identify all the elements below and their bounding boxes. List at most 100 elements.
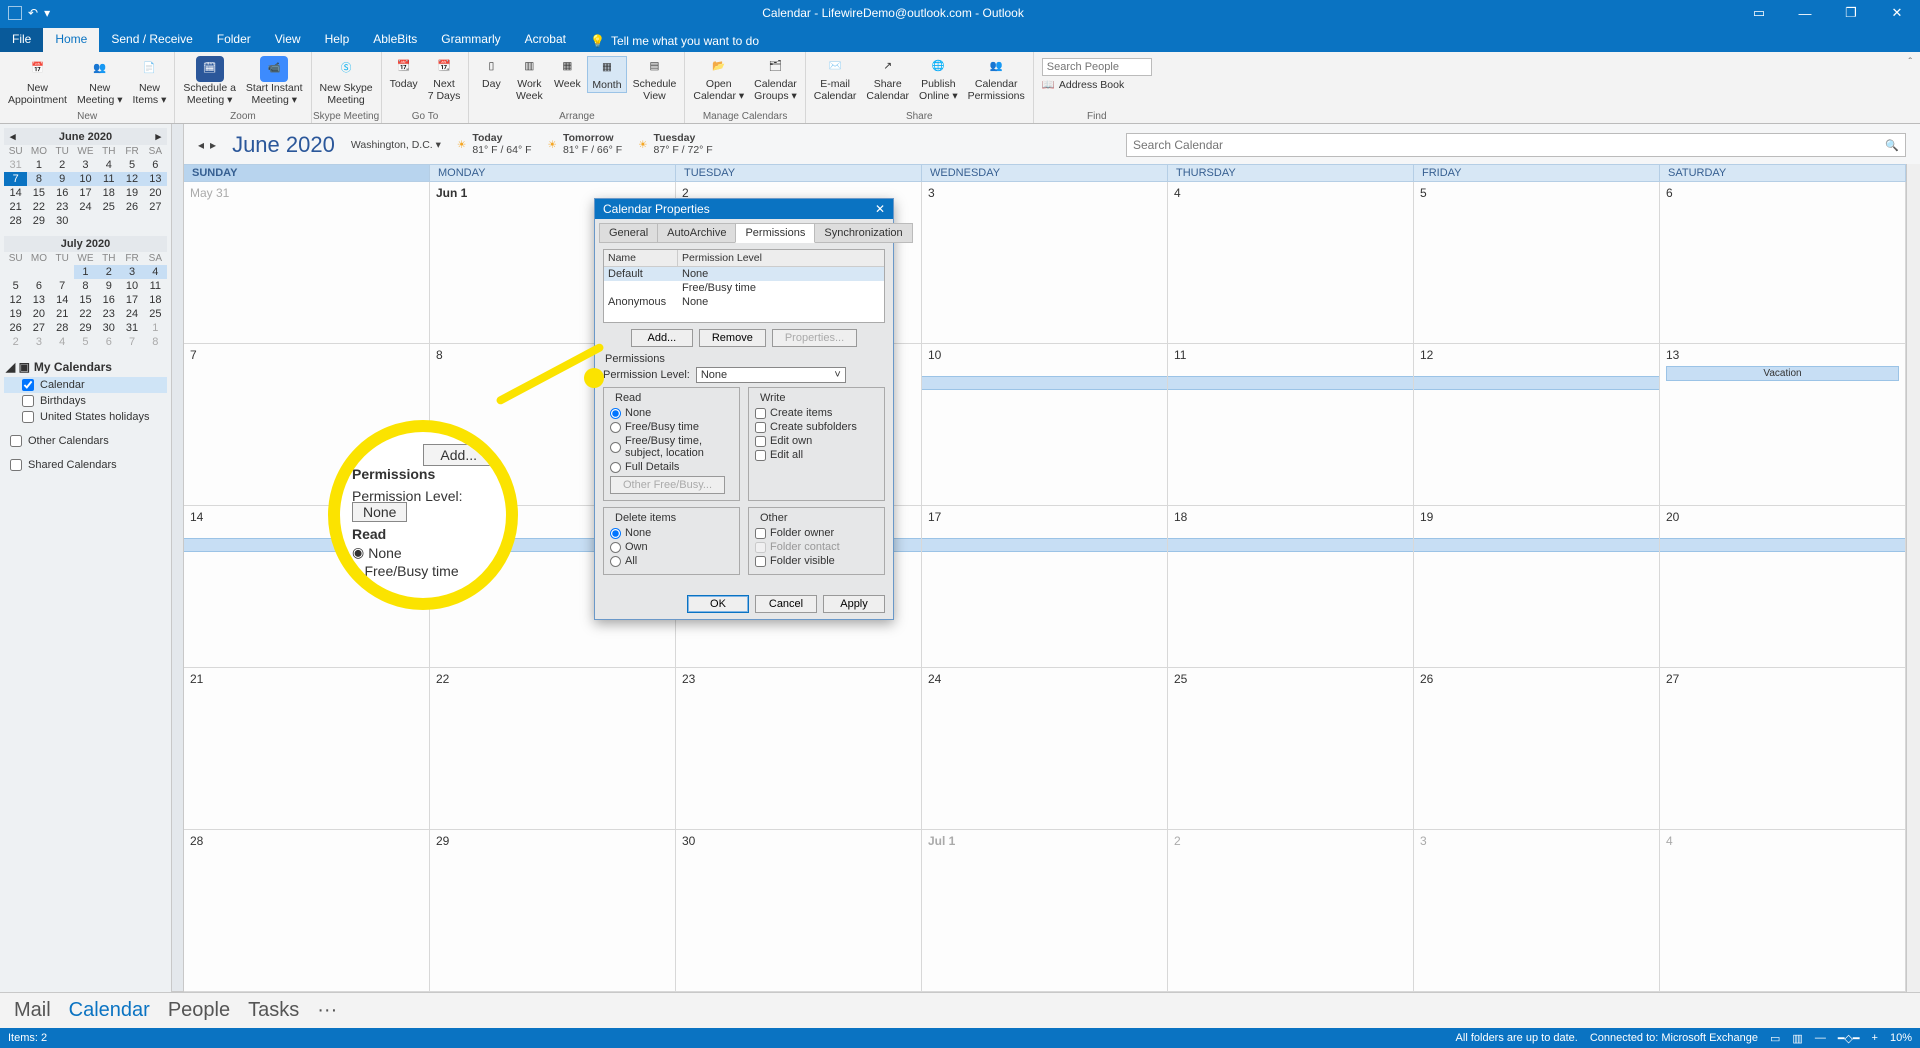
open-calendar-button[interactable]: 📂OpenCalendar ▾ — [689, 56, 748, 102]
tell-me[interactable]: 💡 Tell me what you want to do — [578, 30, 771, 52]
view-reading-icon[interactable]: ▥ — [1792, 1032, 1802, 1045]
nav-mail[interactable]: Mail — [14, 999, 51, 1022]
week-view-button[interactable]: ▦Week — [549, 56, 585, 91]
tab-grammarly[interactable]: Grammarly — [429, 28, 512, 52]
search-calendar-input[interactable] — [1133, 138, 1861, 152]
checkbox[interactable] — [10, 435, 22, 447]
checkbox[interactable] — [22, 395, 34, 407]
weather-location[interactable]: Washington, D.C. ▾ — [351, 139, 441, 151]
permission-list[interactable]: NamePermission Level DefaultNone Free/Bu… — [603, 249, 885, 323]
tab-send-receive[interactable]: Send / Receive — [99, 28, 204, 52]
tab-general[interactable]: General — [599, 223, 658, 243]
tab-help[interactable]: Help — [313, 28, 362, 52]
search-people-input[interactable] — [1042, 58, 1152, 76]
shared-calendars-header[interactable]: Shared Calendars — [4, 457, 167, 473]
permission-row[interactable]: Free/Busy time — [604, 281, 884, 295]
nav-people[interactable]: People — [168, 999, 230, 1022]
ribbon-display-icon[interactable]: ▭ — [1736, 0, 1782, 26]
nav-more-icon[interactable]: ··· — [317, 999, 337, 1022]
read-freebusy-radio[interactable]: Free/Busy time — [610, 420, 733, 434]
close-icon[interactable]: ✕ — [875, 202, 885, 216]
tab-file[interactable]: File — [0, 28, 43, 52]
undo-icon[interactable]: ↶ — [28, 6, 38, 20]
new-appointment-button[interactable]: 📅NewAppointment — [4, 56, 71, 106]
folder-contact-check[interactable]: Folder contact — [755, 540, 878, 554]
calendar-item-birthdays[interactable]: Birthdays — [4, 393, 167, 409]
email-calendar-button[interactable]: ✉️E-mailCalendar — [810, 56, 861, 102]
other-calendars-header[interactable]: Other Calendars — [4, 433, 167, 449]
checkbox[interactable] — [22, 411, 34, 423]
write-create-subfolders-check[interactable]: Create subfolders — [755, 420, 878, 434]
other-freebusy-button[interactable]: Other Free/Busy... — [610, 476, 725, 494]
nav-tasks[interactable]: Tasks — [248, 999, 299, 1022]
tab-acrobat[interactable]: Acrobat — [513, 28, 578, 52]
checkbox[interactable] — [22, 379, 34, 391]
scrollbar[interactable] — [1906, 164, 1920, 992]
prev-month-icon[interactable]: ◂ — [10, 130, 16, 143]
mini-calendar-june[interactable]: ◂June 2020▸ SUMOTUWETHFRSA31123456789101… — [4, 128, 167, 228]
mini-calendar-july[interactable]: July 2020 SUMOTUWETHFRSA1234567891011121… — [4, 236, 167, 349]
write-edit-own-check[interactable]: Edit own — [755, 434, 878, 448]
calendar-groups-button[interactable]: 🗂CalendarGroups ▾ — [750, 56, 801, 102]
next-7-days-button[interactable]: 📆Next7 Days — [424, 56, 465, 102]
next-period-icon[interactable]: ▸ — [210, 138, 216, 152]
start-instant-meeting-button[interactable]: 📹Start InstantMeeting ▾ — [242, 56, 307, 106]
search-calendar[interactable]: 🔍 — [1126, 133, 1906, 157]
search-icon[interactable]: 🔍 — [1885, 139, 1899, 152]
month-view-button[interactable]: ▦Month — [587, 56, 626, 93]
maximize-button[interactable]: ❐ — [1828, 0, 1874, 26]
nav-calendar[interactable]: Calendar — [69, 999, 150, 1022]
ok-button[interactable]: OK — [687, 595, 749, 613]
tab-folder[interactable]: Folder — [205, 28, 263, 52]
schedule-view-button[interactable]: ▤ScheduleView — [629, 56, 681, 102]
delete-own-radio[interactable]: Own — [610, 540, 733, 554]
folder-owner-check[interactable]: Folder owner — [755, 526, 878, 540]
read-none-radio[interactable]: None — [610, 406, 733, 420]
add-button[interactable]: Add... — [631, 329, 693, 347]
properties-button[interactable]: Properties... — [772, 329, 857, 347]
folder-visible-check[interactable]: Folder visible — [755, 554, 878, 568]
write-create-items-check[interactable]: Create items — [755, 406, 878, 420]
tab-synchronization[interactable]: Synchronization — [814, 223, 912, 243]
calendar-permissions-button[interactable]: 👥CalendarPermissions — [964, 56, 1029, 102]
minimize-button[interactable]: — — [1782, 0, 1828, 26]
read-full-details-radio[interactable]: Full Details — [610, 460, 733, 474]
collapse-ribbon-icon[interactable]: ˆ — [1901, 52, 1920, 123]
my-calendars-header[interactable]: ◢ ▣ My Calendars — [4, 357, 167, 377]
write-edit-all-check[interactable]: Edit all — [755, 448, 878, 462]
share-calendar-button[interactable]: ↗ShareCalendar — [862, 56, 913, 102]
delete-all-radio[interactable]: All — [610, 554, 733, 568]
collapse-nav-pane[interactable] — [172, 124, 184, 992]
workweek-view-button[interactable]: ▥WorkWeek — [511, 56, 547, 102]
tab-view[interactable]: View — [263, 28, 313, 52]
tab-ablebits[interactable]: AbleBits — [361, 28, 429, 52]
publish-online-button[interactable]: 🌐PublishOnline ▾ — [915, 56, 962, 102]
read-freebusy-subject-radio[interactable]: Free/Busy time, subject, location — [610, 434, 733, 460]
apply-button[interactable]: Apply — [823, 595, 885, 613]
close-button[interactable]: ✕ — [1874, 0, 1920, 26]
schedule-meeting-button[interactable]: 🗓Schedule aMeeting ▾ — [179, 56, 240, 106]
new-meeting-button[interactable]: 👥NewMeeting ▾ — [73, 56, 127, 106]
calendar-item-calendar[interactable]: Calendar — [4, 377, 167, 393]
zoom-slider[interactable]: ━◇━ — [1838, 1032, 1860, 1045]
cancel-button[interactable]: Cancel — [755, 595, 817, 613]
today-button[interactable]: 📆Today — [386, 56, 422, 91]
tab-permissions[interactable]: Permissions — [735, 223, 815, 243]
skype-meeting-button[interactable]: ⓈNew SkypeMeeting — [316, 56, 377, 106]
new-items-button[interactable]: 📄NewItems ▾ — [129, 56, 171, 106]
next-month-icon[interactable]: ▸ — [155, 130, 161, 143]
delete-none-radio[interactable]: None — [610, 526, 733, 540]
checkbox[interactable] — [10, 459, 22, 471]
permission-row-default[interactable]: DefaultNone — [604, 267, 884, 281]
tab-autoarchive[interactable]: AutoArchive — [657, 223, 736, 243]
view-normal-icon[interactable]: ▭ — [1770, 1032, 1780, 1045]
day-view-button[interactable]: ▯Day — [473, 56, 509, 91]
address-book-button[interactable]: 📖Address Book — [1042, 78, 1152, 91]
col-permission-level: Permission Level — [678, 250, 884, 266]
permission-level-select[interactable]: None˅ — [696, 367, 846, 383]
calendar-item-holidays[interactable]: United States holidays — [4, 409, 167, 425]
remove-button[interactable]: Remove — [699, 329, 766, 347]
tab-home[interactable]: Home — [43, 28, 99, 52]
permission-row-anonymous[interactable]: AnonymousNone — [604, 295, 884, 309]
prev-period-icon[interactable]: ◂ — [198, 138, 204, 152]
